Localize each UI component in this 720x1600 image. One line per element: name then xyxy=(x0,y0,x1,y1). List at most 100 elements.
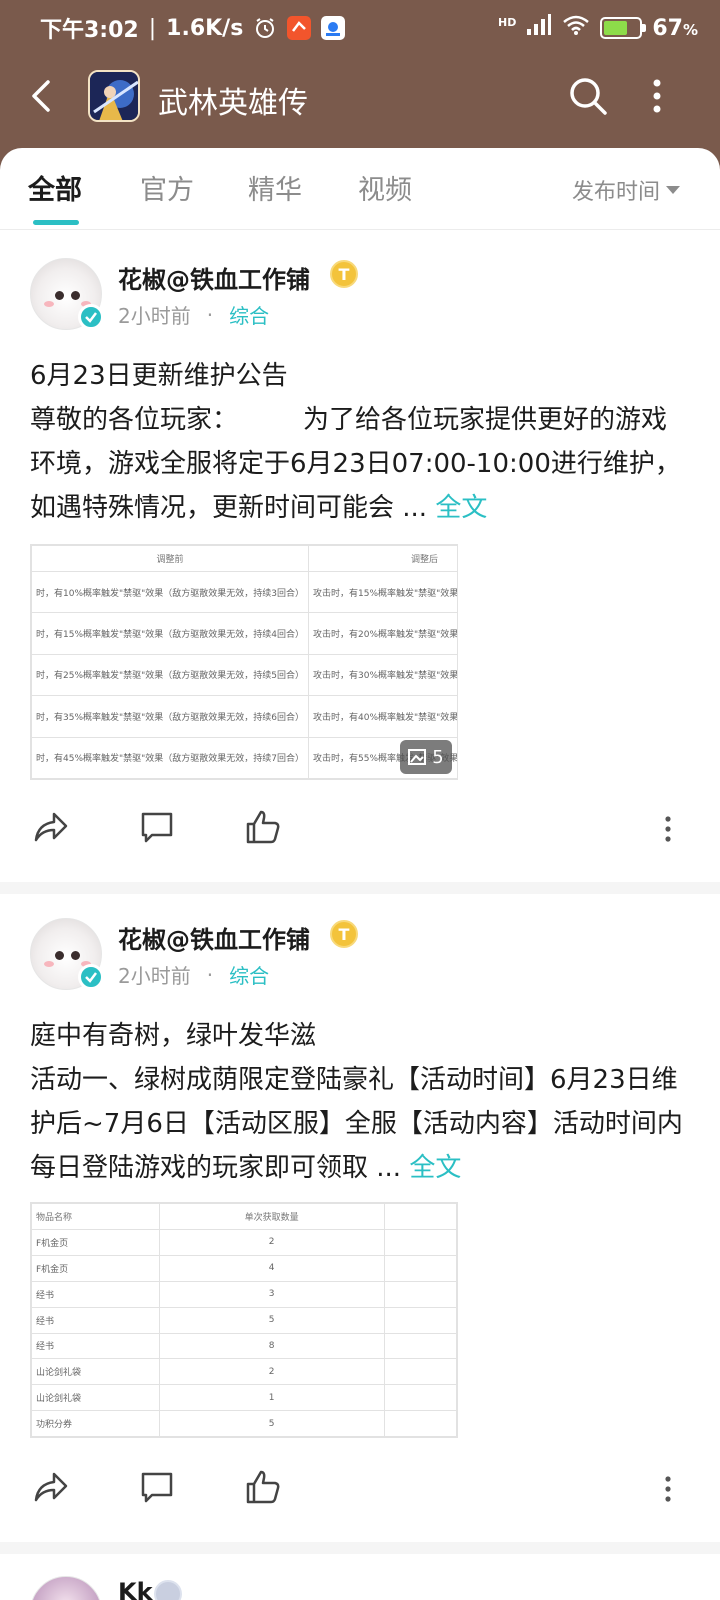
back-button[interactable] xyxy=(22,76,62,116)
avatar[interactable] xyxy=(30,1576,102,1600)
table-cell xyxy=(383,1332,457,1360)
back-arrow-icon xyxy=(32,80,50,112)
post-more-button[interactable] xyxy=(660,1474,676,1504)
table-cell: 时，有15%概率触发"禁驱"效果（敌方驱散效果无效，持续4回合） xyxy=(31,612,310,655)
battery-percent: 67% xyxy=(652,15,698,41)
level-badge-icon xyxy=(154,1580,182,1600)
status-bar: 下午3:02 | 1.6K/s HD 67% xyxy=(0,0,720,56)
status-separator: | xyxy=(148,15,157,41)
meta-dot: · xyxy=(206,302,214,327)
tab-video[interactable]: 视频 xyxy=(358,168,412,207)
post-image[interactable]: 调整前 调整后 时，有10%概率触发"禁驱"效果（敌方驱散效果无效，持续3回合）… xyxy=(30,544,458,780)
read-more-link[interactable]: 全文 xyxy=(435,493,487,523)
hd-label: HD xyxy=(498,16,517,29)
post-text: 庭中有奇树，绿叶发华滋 活动一、绿树成荫限定登陆豪礼【活动时间】6月23日维护后… xyxy=(30,1021,683,1183)
app-bar: 武林英雄传 xyxy=(0,60,720,136)
post-card[interactable]: Kk xyxy=(0,1550,720,1600)
page-title: 武林英雄传 xyxy=(158,86,308,121)
table-cell xyxy=(383,1410,457,1437)
table-row: 时，有10%概率触发"禁驱"效果（敌方驱散效果无效，持续3回合） 攻击时，有15%… xyxy=(31,570,457,614)
comment-icon xyxy=(141,1472,173,1503)
post-category[interactable]: 综合 xyxy=(229,300,269,329)
status-right: HD 67% xyxy=(498,14,698,42)
tab-all[interactable]: 全部 xyxy=(28,168,82,207)
table-header: 单次获取数量 xyxy=(158,1203,385,1230)
more-vertical-icon xyxy=(665,1476,671,1502)
post-meta: 2小时前 · 综合 xyxy=(118,300,269,329)
like-button[interactable] xyxy=(244,808,282,846)
table-cell: 3 xyxy=(158,1280,385,1308)
tab-featured[interactable]: 精华 xyxy=(248,168,302,207)
post-body[interactable]: 6月23日更新维护公告 尊敬的各位玩家： 为了给各位玩家提供更好的游戏环境，游戏… xyxy=(30,354,690,530)
table-header-row: 调整前 调整后 xyxy=(31,545,457,572)
author-name[interactable]: 花椒@铁血工作铺 xyxy=(118,260,310,295)
like-button[interactable] xyxy=(244,1468,282,1506)
table-row: F机金页 2 xyxy=(31,1229,457,1256)
table-cell: 攻击时，有30%概率触发"禁驱"效果（效，持续5回合） xyxy=(308,653,457,697)
table-cell: 山论剑礼袋 xyxy=(31,1384,160,1412)
post-more-button[interactable] xyxy=(660,814,676,844)
post-body[interactable]: 庭中有奇树，绿叶发华滋 活动一、绿树成荫限定登陆豪礼【活动时间】6月23日维护后… xyxy=(30,1014,690,1190)
table-cell: 攻击时，有20%概率触发"禁驱"效果（效，持续4回合） xyxy=(308,612,457,655)
table-row: 山论剑礼袋 2 xyxy=(31,1358,457,1386)
post-card[interactable]: 花椒@铁血工作铺 T 2小时前 · 综合 庭中有奇树，绿叶发华滋 活动一、绿树成… xyxy=(0,890,720,1530)
table-cell: 经书 xyxy=(31,1280,160,1308)
alarm-icon xyxy=(253,16,277,40)
share-button[interactable] xyxy=(32,808,70,846)
share-icon xyxy=(34,812,68,842)
tab-official[interactable]: 官方 xyxy=(140,168,194,207)
avatar-blush xyxy=(44,301,54,307)
table-row: 经书 5 xyxy=(31,1306,457,1334)
table-cell: 经书 xyxy=(31,1306,160,1334)
sort-dropdown[interactable]: 发布时间 xyxy=(572,174,681,206)
table-cell xyxy=(383,1280,457,1308)
table-cell: 时，有35%概率触发"禁驱"效果（敌方驱散效果无效，持续6回合） xyxy=(31,695,310,738)
more-vertical-icon xyxy=(665,816,671,842)
top-bar: 下午3:02 | 1.6K/s HD 67% 武林英雄传 xyxy=(0,0,720,160)
table-cell: 山论剑礼袋 xyxy=(31,1358,160,1386)
creator-badge-icon: T xyxy=(330,920,358,948)
post-category[interactable]: 综合 xyxy=(229,960,269,989)
avatar-eye xyxy=(71,291,80,300)
verified-icon xyxy=(78,304,104,330)
verified-icon xyxy=(78,964,104,990)
thumbs-up-icon xyxy=(246,810,280,844)
content-panel: 全部 官方 精华 视频 发布时间 花椒@铁血工作铺 T 2小时前 · 综合 6月… xyxy=(0,148,720,1600)
table-cell: 时，有25%概率触发"禁驱"效果（敌方驱散效果无效，持续5回合） xyxy=(31,653,310,697)
table-cell: 2 xyxy=(158,1358,385,1386)
thumbs-up-icon xyxy=(246,1470,280,1504)
table-header-row: 物品名称 单次获取数量 xyxy=(31,1203,457,1230)
post-card[interactable]: 花椒@铁血工作铺 T 2小时前 · 综合 6月23日更新维护公告 尊敬的各位玩家… xyxy=(0,230,720,844)
table-cell: 攻击时，有15%概率触发"禁驱"效果（效，持续3回合） xyxy=(308,570,457,614)
read-more-link[interactable]: 全文 xyxy=(409,1153,461,1183)
table-row: 时，有35%概率触发"禁驱"效果（敌方驱散效果无效，持续6回合） 攻击时，有40%… xyxy=(31,695,457,738)
game-logo[interactable] xyxy=(88,70,140,122)
share-button[interactable] xyxy=(32,1468,70,1506)
table-header: 调整后 xyxy=(308,545,457,572)
comment-button[interactable] xyxy=(138,808,176,846)
post-image[interactable]: 物品名称 单次获取数量 F机金页 2 F机金页 4 经书 3 经书 5 经书 8 山论剑礼… xyxy=(30,1202,458,1438)
avatar-eye xyxy=(55,291,64,300)
table-cell: 时，有45%概率触发"禁驱"效果（敌方驱散效果无效，持续7回合） xyxy=(31,736,310,779)
creator-badge-icon: T xyxy=(330,260,358,288)
tab-bar: 全部 官方 精华 视频 发布时间 xyxy=(0,148,720,230)
author-name[interactable]: 花椒@铁血工作铺 xyxy=(118,920,310,955)
table-row: 时，有15%概率触发"禁驱"效果（敌方驱散效果无效，持续4回合） 攻击时，有20%… xyxy=(31,612,457,655)
table-cell: 2 xyxy=(158,1229,385,1256)
table-row: 山论剑礼袋 1 xyxy=(31,1384,457,1412)
author-name[interactable]: Kk xyxy=(118,1578,153,1600)
image-count-badge: 5 xyxy=(400,740,452,774)
comment-button[interactable] xyxy=(138,1468,176,1506)
post-image-table: 调整前 调整后 时，有10%概率触发"禁驱"效果（敌方驱散效果无效，持续3回合）… xyxy=(31,545,457,779)
table-cell xyxy=(383,1254,457,1282)
caret-down-icon xyxy=(666,186,681,194)
table-cell: 5 xyxy=(158,1410,385,1437)
tab-indicator xyxy=(33,220,79,225)
table-cell xyxy=(383,1384,457,1412)
more-options-button[interactable] xyxy=(642,74,672,118)
table-cell: F机金页 xyxy=(31,1229,160,1256)
status-speed: 1.6K/s xyxy=(166,15,244,41)
search-button[interactable] xyxy=(566,74,610,118)
avatar-blush xyxy=(44,961,54,967)
post-actions xyxy=(0,808,720,858)
